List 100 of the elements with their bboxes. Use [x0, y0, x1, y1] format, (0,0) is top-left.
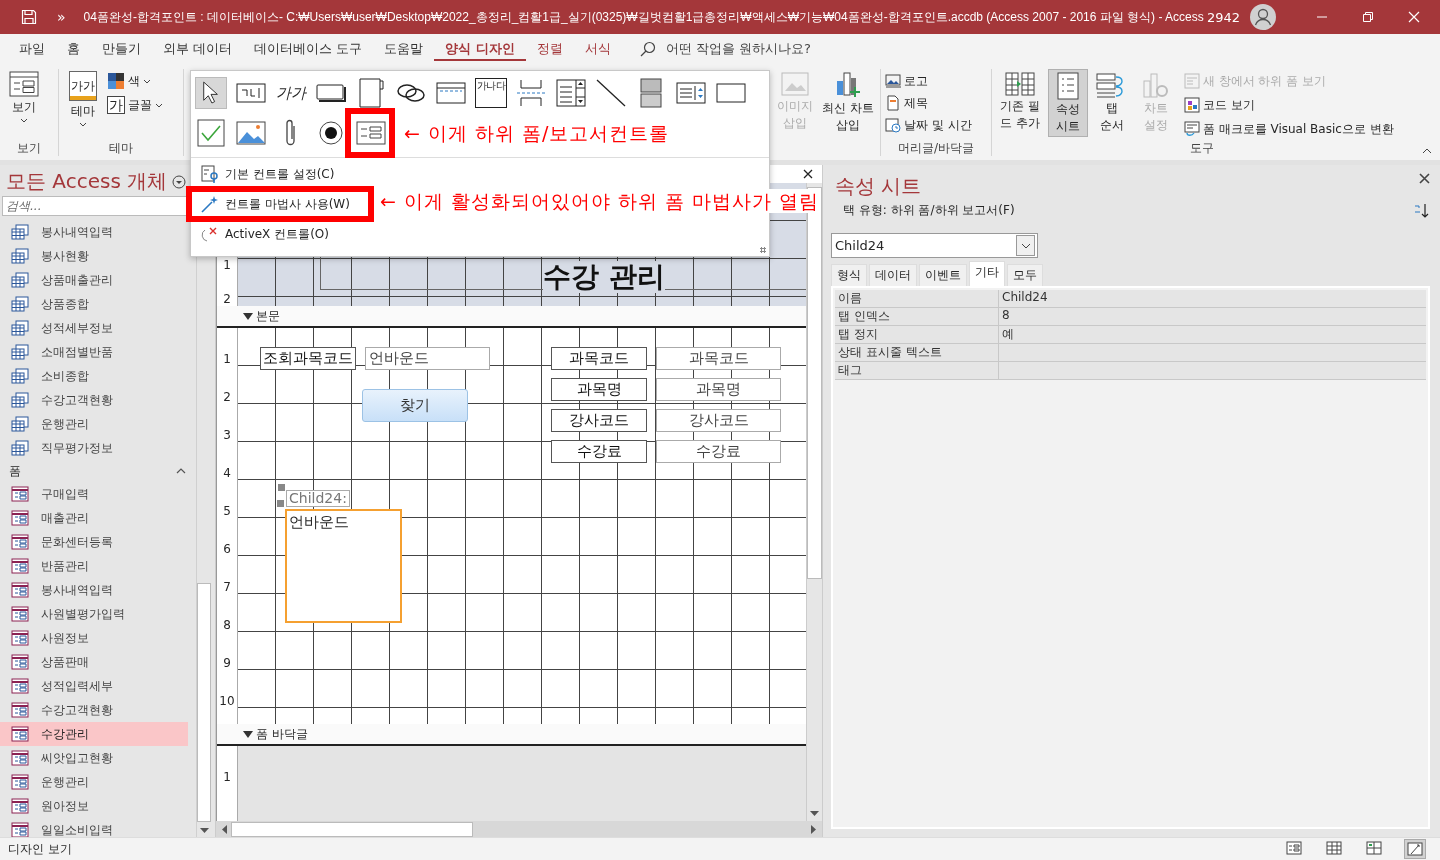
view-code-button[interactable]: 코드 보기 [1183, 95, 1394, 115]
form-textbox[interactable]: 수강료 [656, 440, 781, 464]
ribbon-tab[interactable]: 서식 [573, 34, 622, 64]
nav-item[interactable]: 수강관리 [0, 722, 188, 746]
ruler-number: 7 [222, 580, 232, 595]
form-textbox[interactable]: 과목코드 [656, 347, 781, 371]
group-label: 보기 [17, 140, 41, 156]
group-label: 테마 [109, 140, 133, 156]
nav-item[interactable]: 소매점별반품 [0, 340, 188, 364]
form-label[interactable]: 과목코드 [551, 347, 647, 371]
optiongroup-control-icon[interactable]: 가나다 [475, 77, 507, 109]
ribbon-tab[interactable]: 정렬 [525, 34, 574, 64]
tell-me-field[interactable]: 어떤 작업을 원하시나요? [665, 40, 811, 58]
subform-label[interactable]: Child24: [286, 490, 350, 508]
logo-button[interactable]: 로고 [885, 71, 928, 91]
property-tab[interactable]: 형식 [831, 264, 867, 286]
nav-item[interactable]: 반품관리 [0, 554, 188, 578]
property-value[interactable]: 8 [999, 308, 1426, 325]
nav-item[interactable]: 상품종합 [0, 292, 188, 316]
nav-item[interactable]: 봉사내역입력 [0, 578, 188, 602]
theme-button[interactable]: 가가 테마 [63, 69, 103, 129]
nav-item[interactable]: 사원별평가입력 [0, 602, 188, 626]
property-name: 탭 정지 [835, 326, 999, 343]
form-label[interactable]: 강사코드 [551, 409, 647, 433]
nav-item[interactable]: 봉사현황 [0, 244, 188, 268]
default-settings-item[interactable]: 기본 컨트롤 설정(C) [199, 163, 337, 185]
nav-item[interactable]: 봉사내역입력 [0, 220, 188, 244]
nav-item[interactable]: 성적세부정보 [0, 316, 188, 340]
nav-item[interactable]: 구매입력 [0, 482, 188, 506]
title-button[interactable]: 제목 [885, 93, 928, 113]
ruler-number: 2 [222, 292, 232, 307]
ribbon-tab[interactable]: 양식 디자인 [434, 34, 526, 64]
form-textbox[interactable]: 강사코드 [656, 409, 781, 433]
ribbon-tab[interactable]: 만들기 [91, 34, 152, 64]
ruler-number: 1 [222, 258, 232, 273]
ribbon-tab[interactable]: 홈 [56, 34, 91, 64]
nav-item[interactable]: 일일소비입력 [0, 818, 188, 837]
nav-item[interactable]: 수강고객현황 [0, 388, 188, 412]
nav-item[interactable]: 원아정보 [0, 794, 188, 818]
nav-pane-title[interactable]: 모든 Access 개체 [6, 168, 168, 195]
ruler-number: 1 [222, 770, 232, 785]
insert-chart-button[interactable]: 최신 차트 삽입 [819, 69, 876, 135]
section-bar[interactable]: 본문 [217, 306, 806, 329]
theme-icon: 가가 [69, 71, 97, 101]
ribbon-tab[interactable]: 도움말 [373, 34, 435, 64]
window-title: 04폼완성-합격포인트 : 데이터베이스- C:₩Users₩user₩Desktop₩2022_총정리_컴활1급_실기(0325)₩길벗컴활1급총정리₩액세스₩기능₩04폼완성-합격포인트.accdb (Access 2007 - 2016 파일 형식) - Access [83, 8, 1205, 26]
font-icon: 가 [107, 96, 125, 114]
nav-item[interactable]: 문화센터등록 [0, 530, 188, 554]
textbox-control-icon[interactable]: 가가 [275, 77, 307, 109]
section-bar[interactable]: 폼 바닥글 [217, 724, 806, 747]
object-dropdown[interactable]: Child24 [831, 233, 1038, 258]
property-value[interactable]: 예 [999, 326, 1426, 343]
property-tab[interactable]: 모두 [1007, 264, 1043, 286]
tab-order-button[interactable]: 탭 순서 [1091, 69, 1132, 137]
ribbon-tab[interactable]: 파일 [8, 34, 56, 64]
nav-item[interactable]: 수강고객현황 [0, 698, 188, 722]
nav-item[interactable]: 씨앗입고현황 [0, 746, 188, 770]
view-button[interactable]: 보기 [4, 69, 44, 125]
form-label[interactable]: 조회과목코드 [260, 347, 356, 371]
ruler-number: 8 [222, 618, 232, 633]
nav-item[interactable]: 매출관리 [0, 506, 188, 530]
property-tab[interactable]: 기타 [969, 261, 1005, 286]
ribbon-tab[interactable]: 외부 데이터 [152, 34, 244, 64]
property-name: 상태 표시줄 텍스트 [835, 344, 999, 361]
nav-item[interactable]: 소비종합 [0, 364, 188, 388]
form-textbox[interactable]: 언바운드 [365, 347, 490, 371]
activex-item[interactable]: ActiveX 컨트롤(O) [199, 223, 331, 245]
group-label: 도구 [1190, 140, 1214, 156]
find-button[interactable]: 찾기 [362, 389, 468, 423]
group-header[interactable]: 폼 [9, 462, 21, 480]
group-label: 머리글/바닥글 [897, 140, 974, 156]
nav-item[interactable]: 사원정보 [0, 626, 188, 650]
property-value[interactable]: Child24 [999, 290, 1426, 307]
nav-item[interactable]: 운행관리 [0, 412, 188, 436]
more-commands[interactable]: » [57, 9, 66, 25]
nav-item[interactable]: 상품판매 [0, 650, 188, 674]
add-fields-button[interactable]: 기존 필 드 추가 [996, 69, 1044, 137]
property-tab[interactable]: 이벤트 [919, 264, 967, 286]
ruler-number: 3 [222, 428, 232, 443]
nav-item[interactable]: 직무평가정보 [0, 436, 188, 460]
ruler-number: 10 [218, 694, 236, 709]
selection-type: 택 유형: 하위 폼/하위 보고서(F) [843, 202, 1015, 219]
ribbon-tab[interactable]: 데이터베이스 도구 [243, 34, 374, 64]
form-label[interactable]: 과목명 [551, 378, 647, 402]
property-sheet-button[interactable]: 속성 시트 [1047, 69, 1088, 137]
nav-item[interactable]: 성적입력세부 [0, 674, 188, 698]
subform-control[interactable]: 언바운드 [285, 509, 402, 624]
form-title: 수강 관리 [543, 261, 665, 293]
form-label[interactable]: 수강료 [551, 440, 647, 464]
fonts-button[interactable]: 가 글꼴 [107, 95, 163, 115]
control-wizards-item[interactable]: 컨트롤 마법사 사용(W) [199, 193, 352, 215]
convert-macros-button[interactable]: 폼 매크로를 Visual Basic으로 변환 [1183, 119, 1394, 139]
date-time-button[interactable]: 날짜 및 시간 [885, 115, 972, 135]
property-name: 이름 [835, 290, 999, 307]
colors-button[interactable]: 색 [107, 71, 163, 91]
nav-item[interactable]: 운행관리 [0, 770, 188, 794]
form-textbox[interactable]: 과목명 [656, 378, 781, 402]
ruler-number: 5 [222, 504, 232, 519]
nav-item[interactable]: 상품매출관리 [0, 268, 188, 292]
property-tab[interactable]: 데이터 [869, 264, 917, 286]
